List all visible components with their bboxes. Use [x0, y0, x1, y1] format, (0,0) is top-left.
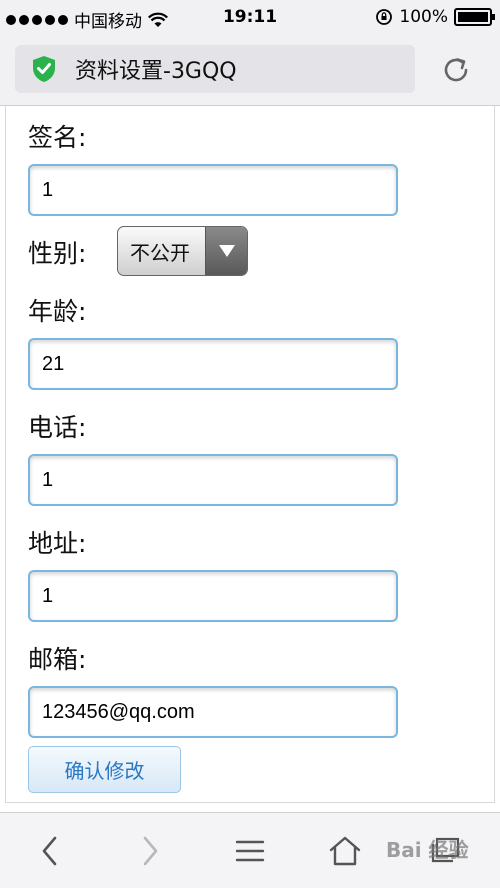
menu-icon [235, 840, 265, 862]
address-label: 地址: [28, 529, 87, 558]
home-icon [329, 836, 361, 866]
phone-input[interactable]: 1 [28, 454, 398, 506]
age-label: 年龄: [28, 297, 87, 326]
signature-label: 签名: [28, 123, 87, 152]
shield-check-icon [31, 55, 57, 83]
reload-icon [444, 58, 468, 82]
screen: 中国移动 19:11 100% 资料设置-3GQQ 签名: 1 性别: 不公开 … [0, 0, 500, 888]
address-bar[interactable]: 资料设置-3GQQ [15, 45, 415, 93]
back-button[interactable] [30, 833, 70, 869]
gender-label: 性别: [28, 239, 87, 268]
menu-button[interactable] [230, 833, 270, 869]
watermark-text: Bai 经验 [386, 838, 469, 862]
phone-label: 电话: [28, 413, 87, 442]
status-right: 100% [375, 7, 495, 27]
browser-chrome: 中国移动 19:11 100% 资料设置-3GQQ [0, 0, 500, 106]
gender-selected-value: 不公开 [130, 240, 190, 265]
signature-input[interactable]: 1 [28, 164, 398, 216]
home-button[interactable] [325, 833, 365, 869]
email-label: 邮箱: [28, 645, 87, 674]
age-input[interactable]: 21 [28, 338, 398, 390]
page-title: 资料设置-3GQQ [75, 59, 237, 84]
reload-button[interactable] [438, 52, 474, 88]
chevron-right-icon [143, 836, 158, 866]
dropdown-arrow-icon [205, 227, 247, 275]
rotation-lock-icon [376, 9, 393, 25]
battery-percent: 100% [399, 7, 448, 27]
email-input[interactable]: 123456@qq.com [28, 686, 398, 738]
status-bar: 中国移动 19:11 100% [0, 0, 500, 34]
battery-icon [454, 8, 495, 26]
address-input[interactable]: 1 [28, 570, 398, 622]
submit-button[interactable]: 确认修改 [28, 746, 181, 793]
chevron-left-icon [42, 836, 57, 866]
forward-button[interactable] [130, 833, 170, 869]
gender-select[interactable]: 不公开 [117, 226, 248, 276]
profile-form: 签名: 1 性别: 不公开 年龄: 21 电话: 1 地址: 1 邮箱: 123… [5, 106, 495, 803]
